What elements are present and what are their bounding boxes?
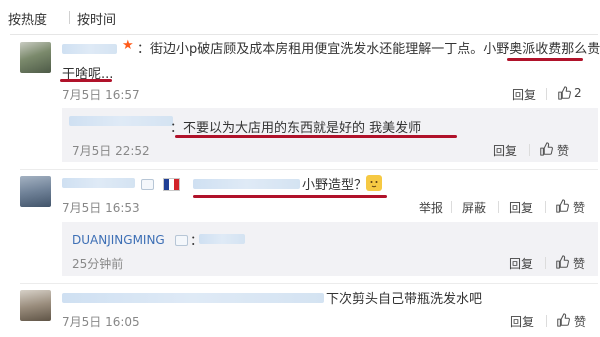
comment-text: ：街边小p破店顾及成本房租用便宜洗发水还能理解一丁点。小野奥派收费那么贵是	[137, 42, 600, 57]
reply-button[interactable]: 回复	[510, 313, 534, 330]
member-badge-icon	[175, 235, 188, 246]
reply-button[interactable]: 回复	[509, 255, 533, 272]
user-name-blurred[interactable]	[62, 178, 135, 188]
dog-emoji-icon	[366, 175, 382, 191]
comment-time: 7月5日 16:57	[62, 88, 140, 102]
reply-time: 25分钟前	[72, 257, 124, 271]
comment-divider	[20, 283, 598, 284]
action-separator	[498, 201, 499, 213]
comment-text: 小野造型？	[302, 178, 368, 193]
like-button[interactable]: 赞	[574, 313, 586, 330]
action-separator	[545, 201, 546, 213]
france-flag-icon	[163, 178, 180, 191]
action-separator	[451, 201, 452, 213]
reply-user-name-blurred[interactable]	[69, 116, 173, 126]
block-button[interactable]: 屏蔽	[462, 199, 486, 216]
user-name-blurred[interactable]	[62, 293, 324, 303]
comment-time: 7月5日 16:53	[62, 201, 140, 215]
highlight-underline	[60, 79, 112, 82]
action-separator	[546, 315, 547, 327]
thumb-up-icon[interactable]	[556, 313, 570, 327]
comment-text: 下次剪头自己带瓶洗发水吧	[326, 292, 483, 307]
tabs-divider	[10, 34, 598, 35]
like-button[interactable]: 赞	[557, 142, 569, 159]
thumb-up-icon[interactable]	[539, 142, 553, 156]
thumb-up-icon[interactable]	[555, 255, 569, 269]
action-separator	[545, 257, 546, 269]
member-badge-icon	[141, 179, 154, 190]
reply-time: 7月5日 22:52	[72, 144, 150, 158]
sort-separator	[69, 11, 70, 24]
comment-divider	[20, 169, 598, 170]
reply-button[interactable]: 回复	[509, 199, 533, 216]
mention-name-blurred[interactable]	[193, 179, 300, 189]
like-count: 2	[574, 86, 582, 100]
reply-text: ：不要以为大店用的东西就是好的 我美发师	[170, 121, 422, 136]
highlight-underline	[507, 58, 583, 61]
reply-user-name[interactable]: DUANJINGMING	[72, 233, 165, 247]
user-name-blurred[interactable]	[62, 44, 117, 54]
report-button[interactable]: 举报	[419, 199, 443, 216]
sort-by-hot-tab[interactable]: 按热度	[8, 9, 47, 28]
star-icon: ★	[122, 38, 134, 53]
action-separator	[546, 88, 547, 100]
reply-content-blurred	[199, 234, 245, 244]
avatar[interactable]	[20, 176, 51, 207]
like-button[interactable]: 赞	[573, 199, 585, 216]
action-separator	[529, 144, 530, 156]
avatar[interactable]	[20, 42, 51, 73]
sort-by-time-tab[interactable]: 按时间	[77, 9, 116, 28]
reply-button[interactable]: 回复	[493, 142, 517, 159]
like-button[interactable]: 赞	[573, 255, 585, 272]
highlight-underline	[193, 195, 387, 198]
reply-button[interactable]: 回复	[512, 86, 536, 103]
reply-box: DUANJINGMING ： 25分钟前 回复 赞	[62, 222, 598, 276]
highlight-underline	[175, 135, 457, 138]
thumb-up-icon[interactable]	[555, 199, 569, 213]
comment-time: 7月5日 16:05	[62, 315, 140, 329]
sort-tabs: 按热度 按时间	[0, 0, 600, 35]
thumb-up-icon[interactable]	[557, 86, 571, 100]
avatar[interactable]	[20, 290, 51, 321]
reply-box: ：不要以为大店用的东西就是好的 我美发师 7月5日 22:52 回复 赞	[62, 108, 598, 162]
